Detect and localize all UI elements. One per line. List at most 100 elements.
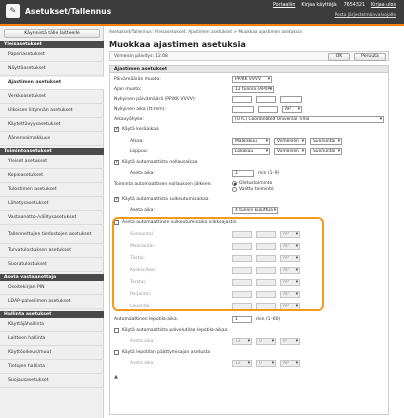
action-row: Viimeisin päivitys: 12.08 OK Peruuta: [109, 51, 389, 61]
auto-reset-label: Käytä automaattista nollausaikaa: [122, 160, 198, 165]
sidebar-item-address-pin[interactable]: Osoitekirjan PIN: [0, 282, 104, 295]
current-day-input[interactable]: [232, 96, 252, 103]
sidebar-item-secure-print[interactable]: Turvatulostuksen asetukset: [0, 245, 104, 258]
sidebar-item-data-mgmt[interactable]: Tietojen hallinta: [0, 361, 104, 374]
reset-selected-radio[interactable]: [232, 187, 237, 192]
home-button[interactable]: Käynnistä tälle laitteelle: [4, 29, 100, 38]
current-hour-input[interactable]: [232, 106, 254, 113]
current-ap-select[interactable]: AP: [282, 106, 302, 113]
dst-end-label: Loppuu:: [130, 149, 149, 154]
auto-reset-time-label: Aseta aika:: [130, 171, 155, 176]
sidebar-item-send[interactable]: Lähetysasetukset: [0, 198, 104, 211]
reset-default-radio[interactable]: [232, 181, 237, 186]
sleep-end-ap-select[interactable]: AP: [280, 360, 300, 367]
auto-sleep-label: Käytä automaattista sulkeutumisaikaa: [122, 197, 209, 202]
current-time-label: Nykyinen aika (tt:mm):: [114, 107, 166, 112]
sidebar-section-general: Yleisasetukset: [0, 41, 104, 48]
sleep-end-minute-select[interactable]: 0: [256, 360, 276, 367]
sidebar-item-copy[interactable]: Kopioasetukset: [0, 170, 104, 183]
reset-function-label: Toiminta automaattisen nollauksen jälkee…: [114, 182, 212, 187]
top-links: Portaaliin Kirjaa käyttäjä: 7654321 Kirj…: [273, 3, 396, 8]
breadcrumb: Asetukset/Tallennus: Yleisasetukset: Aja…: [109, 30, 302, 35]
brand: ✎ Asetukset/Tallennus: [6, 4, 111, 18]
sleep-end-checkbox[interactable]: [114, 350, 119, 355]
sleep-exit-checkbox[interactable]: [114, 328, 119, 333]
mail-admin-link[interactable]: Posta järjestelmänvalvojalle: [335, 13, 396, 18]
auto-reset-unit: min (1–9): [258, 171, 280, 176]
sidebar-section-destination: Aseta vastaanottaja: [0, 274, 104, 281]
sleep-end-label: Käytä lepotilan päättymisajan asetusta: [122, 350, 211, 355]
auto-sleep-checkbox[interactable]: [114, 196, 119, 202]
sidebar-item-common[interactable]: Yleiset asetukset: [0, 156, 104, 169]
page-title: Muokkaa ajastimen asetuksia: [109, 39, 246, 49]
sidebar-item-volume[interactable]: Äänenvoimakkuus: [0, 133, 104, 146]
dst-start-week-select[interactable]: Viimeinen: [274, 138, 306, 145]
last-updated: Viimeisin päivitys: 12.08: [114, 54, 168, 59]
sidebar: Käynnistä tälle laitteelle Yleisasetukse…: [0, 26, 104, 418]
sidebar-item-security[interactable]: Suojausasetukset: [0, 375, 104, 388]
user-id: 7654321: [343, 3, 365, 8]
sidebar-item-timer[interactable]: Ajastimen asetukset: [0, 77, 104, 90]
weekly-timer-highlight: [112, 217, 324, 311]
auto-reset-checkbox[interactable]: [114, 159, 119, 165]
reset-selected-label: Valittu toiminto: [239, 187, 274, 192]
current-year-input[interactable]: [280, 96, 302, 103]
sidebar-section-management: Hallinta asetukset: [0, 311, 104, 318]
sleep-exit-hour-select[interactable]: 12: [232, 338, 252, 345]
sidebar-item-printer[interactable]: Tulostimen asetukset: [0, 184, 104, 197]
top-bar: ✎ Asetukset/Tallennus Portaaliin Kirjaa …: [0, 0, 404, 26]
dst-label: Käytä kesäaikaa: [122, 127, 159, 132]
sleep-time-unit: min (1–60): [256, 317, 281, 322]
sidebar-item-ldap[interactable]: LDAP-palvelimen asetukset: [0, 296, 104, 309]
sidebar-item-network[interactable]: Verkkoasetukset: [0, 91, 104, 104]
dst-start-label: Alkaa:: [130, 139, 144, 144]
sidebar-item-accessibility[interactable]: Käytettävyysasetukset: [0, 119, 104, 132]
ok-button[interactable]: OK: [328, 53, 350, 61]
time-format-select[interactable]: 12 tunnia (AP/IP): [232, 86, 274, 93]
logout-link[interactable]: Kirjaa ulos: [371, 3, 396, 8]
dst-end-week-select[interactable]: Viimeinen: [274, 148, 306, 155]
panel-title: Ajastimen asetukset: [110, 66, 388, 73]
app-title: Asetukset/Tallennus: [25, 6, 112, 16]
sidebar-item-stored-files[interactable]: Tallennettujen tiedostojen asetukset: [0, 226, 104, 244]
reset-default-label: Oletustoiminto: [239, 181, 273, 186]
sidebar-item-display[interactable]: Näyttöasetukset: [0, 63, 104, 76]
sidebar-item-receive[interactable]: Vastaanotto-/välitysasetukset: [0, 212, 104, 225]
dst-checkbox[interactable]: [114, 126, 119, 132]
sleep-exit-minute-select[interactable]: 0: [256, 338, 276, 345]
timezone-label: Aikavyöhyke:: [114, 117, 144, 122]
sleep-exit-time-label: Aseta aika:: [130, 339, 155, 344]
sidebar-item-external[interactable]: Ulkoisen liitynnän asetukset: [0, 105, 104, 118]
sleep-end-time-label: Aseta aika:: [130, 361, 155, 366]
timezone-select[interactable]: (UTC) Coordinated Universal Time: [232, 116, 384, 123]
sleep-end-hour-select[interactable]: 12: [232, 360, 252, 367]
sleep-exit-label: Käytä automaattista palvelutilaa lepotil…: [122, 328, 228, 333]
dst-end-month-select[interactable]: Lokakuu: [232, 148, 270, 155]
sleep-time-label: Automaattinen lepotila-aika:: [114, 317, 179, 322]
scroll-top-icon[interactable]: ▲: [114, 374, 118, 380]
current-month-input[interactable]: [256, 96, 276, 103]
login-user-label: Kirjaa käyttäjä:: [301, 3, 338, 8]
sidebar-item-user-mgmt[interactable]: Käyttäjähallinta: [0, 319, 104, 332]
date-format-select[interactable]: PP/KK VVVV: [232, 76, 272, 83]
cancel-button[interactable]: Peruuta: [354, 53, 386, 61]
sidebar-item-device-mgmt[interactable]: Laitteen hallinta: [0, 333, 104, 346]
sidebar-item-paper[interactable]: Paperiasetukset: [0, 49, 104, 62]
dst-start-month-select[interactable]: Maaliskuu: [232, 138, 270, 145]
current-date-label: Nykyinen päivämäärä (PP/KK VVVV):: [114, 97, 197, 102]
auto-reset-time-input[interactable]: 2: [232, 170, 254, 177]
time-format-label: Ajan muoto:: [114, 87, 142, 92]
auto-sleep-time-label: Aseta aika:: [130, 208, 155, 213]
date-format-label: Päivämäärän muoto:: [114, 77, 161, 82]
sidebar-item-license[interactable]: Käyttöoikeus/muut: [0, 347, 104, 360]
current-minute-input[interactable]: [258, 106, 278, 113]
sleep-time-input[interactable]: 1: [232, 316, 252, 323]
dst-start-day-select[interactable]: Sunnuntai: [310, 138, 342, 145]
sleep-exit-ap-select[interactable]: IP: [280, 338, 300, 345]
portal-link[interactable]: Portaaliin: [273, 3, 295, 8]
sidebar-item-direct-print[interactable]: Suoratulostukset: [0, 259, 104, 272]
auto-sleep-time-select[interactable]: 4 tunnin kuluttua: [232, 207, 278, 214]
timer-settings-panel: Ajastimen asetukset Päivämäärän muoto: P…: [109, 65, 389, 415]
dst-end-day-select[interactable]: Sunnuntai: [310, 148, 342, 155]
settings-logo-icon: ✎: [6, 4, 20, 18]
